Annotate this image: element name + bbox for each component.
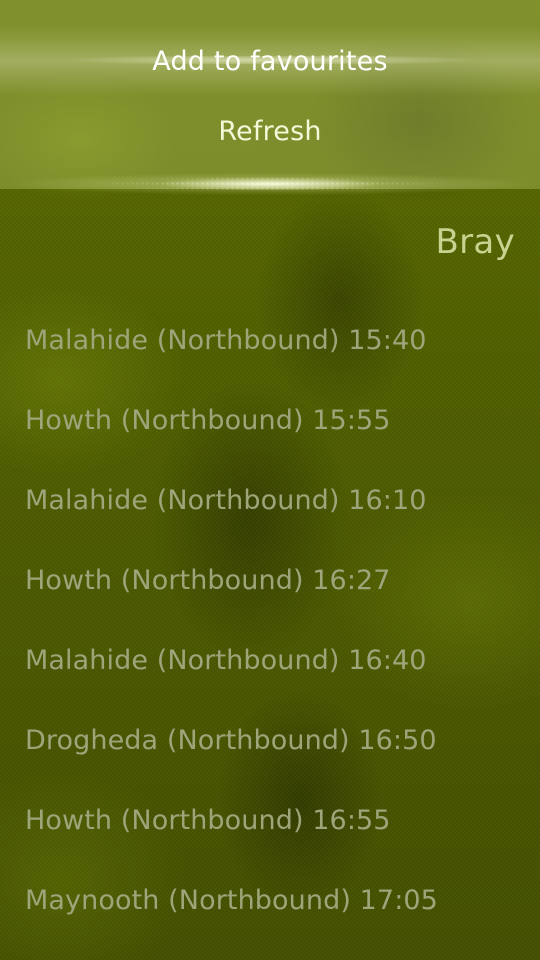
menu-item-label: Add to favourites bbox=[152, 45, 388, 77]
list-item[interactable]: Malahide (Northbound) 15:40 bbox=[0, 300, 540, 380]
page-title: Bray bbox=[435, 222, 515, 262]
departure-label: Drogheda (Northbound) 16:50 bbox=[25, 724, 437, 756]
menu-item-label: Refresh bbox=[218, 115, 322, 147]
list-item[interactable]: Malahide (Northbound) 16:10 bbox=[0, 460, 540, 540]
list-item[interactable]: Drogheda (Northbound) 16:50 bbox=[0, 700, 540, 780]
menu-item-add-to-favourites[interactable]: Add to favourites bbox=[0, 26, 540, 96]
departure-label: Howth (Northbound) 16:27 bbox=[25, 564, 391, 596]
departure-label: Howth (Northbound) 16:55 bbox=[25, 804, 391, 836]
departure-label: Howth (Northbound) 15:55 bbox=[25, 404, 391, 436]
departure-label: Malahide (Northbound) 16:40 bbox=[25, 644, 427, 676]
departure-label: Malahide (Northbound) 15:40 bbox=[25, 324, 427, 356]
list-item[interactable]: Howth (Northbound) 16:55 bbox=[0, 780, 540, 860]
pulley-menu-indicator bbox=[0, 170, 540, 198]
list-item[interactable]: Howth (Northbound) 16:27 bbox=[0, 540, 540, 620]
menu-item-refresh[interactable]: Refresh bbox=[0, 96, 540, 166]
departure-label: Malahide (Northbound) 16:10 bbox=[25, 484, 427, 516]
pulley-menu: Add to favourites Refresh bbox=[0, 0, 540, 189]
list-item[interactable]: Maynooth (Northbound) 17:05 bbox=[0, 860, 540, 940]
departure-label: Maynooth (Northbound) 17:05 bbox=[25, 884, 438, 916]
list-item[interactable]: Malahide (Northbound) 16:40 bbox=[0, 620, 540, 700]
list-item[interactable]: Howth (Northbound) 15:55 bbox=[0, 380, 540, 460]
departure-list[interactable]: Malahide (Northbound) 15:40 Howth (North… bbox=[0, 300, 540, 940]
